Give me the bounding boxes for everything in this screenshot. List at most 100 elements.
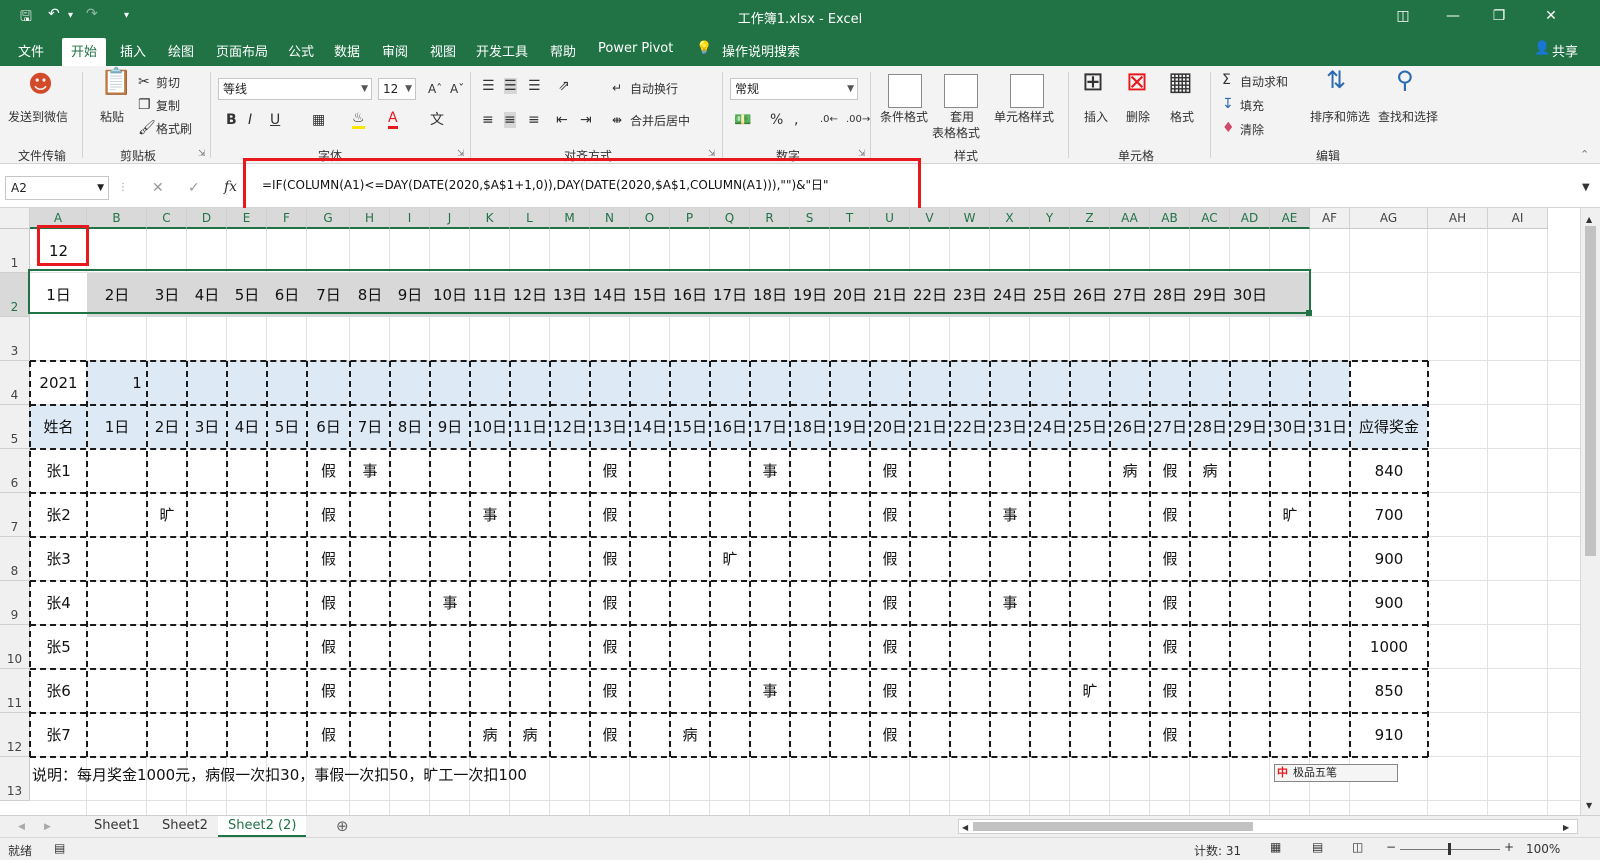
copy-button[interactable]: 复制 — [156, 97, 180, 114]
sort-filter-button[interactable]: 排序和筛选 — [1310, 108, 1370, 125]
cell-day-header[interactable]: 11日 — [510, 405, 550, 449]
cancel-icon[interactable]: ✕ — [152, 180, 164, 196]
cell-employee-name[interactable]: 张1 — [30, 449, 87, 493]
table-format-icon[interactable] — [944, 74, 978, 108]
h-scroll-thumb[interactable] — [973, 822, 1253, 831]
insert-cells-button[interactable]: 插入 — [1084, 108, 1108, 125]
sort-filter-icon[interactable]: ⇅ — [1326, 68, 1346, 92]
cell-employee-name[interactable]: 张2 — [30, 493, 87, 537]
share-button[interactable]: 共享 — [1552, 41, 1578, 60]
scroll-down-icon[interactable]: ▼ — [1586, 798, 1592, 814]
cell-attendance-mark[interactable]: 假 — [870, 669, 910, 713]
horizontal-scrollbar[interactable]: ◀ ▶ — [958, 819, 1578, 834]
cell-year[interactable]: 2021 — [30, 361, 87, 405]
function-icon[interactable]: fx — [224, 179, 237, 195]
bold-button[interactable]: B — [226, 112, 237, 128]
cell-attendance-mark[interactable]: 事 — [750, 449, 790, 493]
cell-day-header[interactable]: 5日 — [267, 405, 307, 449]
column-header-R[interactable]: R — [750, 208, 790, 229]
column-header-U[interactable]: U — [870, 208, 910, 229]
tab-draw[interactable]: 绘图 — [168, 41, 194, 60]
cell-day-header[interactable]: 30日 — [1270, 405, 1310, 449]
align-center-icon[interactable]: ≡ — [504, 112, 516, 128]
delete-cells-icon[interactable]: ⊠ — [1126, 69, 1148, 95]
align-top-icon[interactable]: ☰ — [482, 78, 495, 94]
macro-record-icon[interactable]: ▤ — [54, 841, 65, 855]
tab-page-layout[interactable]: 页面布局 — [216, 41, 268, 60]
cell-day-header[interactable]: 26日 — [1110, 405, 1150, 449]
scroll-left-icon[interactable]: ◀ — [962, 820, 968, 836]
cell-attendance-mark[interactable]: 假 — [1150, 669, 1190, 713]
align-right-icon[interactable]: ≡ — [528, 112, 540, 128]
cell-day-header[interactable]: 16日 — [710, 405, 750, 449]
cell-bonus-value[interactable]: 700 — [1350, 493, 1428, 537]
font-size-combo[interactable]: 12 ▼ — [378, 78, 416, 100]
tab-review[interactable]: 审阅 — [382, 41, 408, 60]
increase-indent-icon[interactable]: ⇥ — [580, 112, 592, 128]
row-header-7[interactable]: 7 — [0, 493, 30, 537]
restore-button[interactable]: ❐ — [1476, 4, 1522, 28]
align-middle-icon[interactable]: ☰ — [504, 78, 517, 94]
cell-attendance-mark[interactable]: 病 — [510, 713, 550, 757]
cell-day-header[interactable]: 23日 — [990, 405, 1030, 449]
percent-icon[interactable]: % — [770, 112, 783, 128]
page-layout-view-icon[interactable]: ▤ — [1312, 840, 1323, 854]
delete-cells-button[interactable]: 删除 — [1126, 108, 1150, 125]
prev-sheet-icon[interactable]: ◀ — [18, 819, 25, 835]
font-name-combo[interactable]: 等线 ▼ — [218, 78, 372, 100]
column-header-M[interactable]: M — [550, 208, 590, 229]
column-header-N[interactable]: N — [590, 208, 630, 229]
cell-attendance-mark[interactable]: 假 — [870, 625, 910, 669]
collapse-ribbon-icon[interactable]: ⌃ — [1580, 148, 1589, 161]
cell-attendance-mark[interactable]: 假 — [307, 493, 350, 537]
fill-button[interactable]: 填充 — [1240, 97, 1264, 114]
scroll-thumb[interactable] — [1585, 226, 1596, 556]
cell-attendance-mark[interactable]: 假 — [1150, 449, 1190, 493]
cell-attendance-mark[interactable]: 假 — [870, 449, 910, 493]
cell-employee-name[interactable]: 张4 — [30, 581, 87, 625]
cell-attendance-mark[interactable]: 假 — [590, 581, 630, 625]
cell-day-header[interactable]: 19日 — [830, 405, 870, 449]
underline-button[interactable]: U — [270, 112, 280, 128]
cell-employee-name[interactable]: 张5 — [30, 625, 87, 669]
cell-attendance-mark[interactable]: 病 — [1190, 449, 1230, 493]
column-header-C[interactable]: C — [147, 208, 187, 229]
column-header-H[interactable]: H — [350, 208, 390, 229]
cell-day-header[interactable]: 8日 — [390, 405, 430, 449]
row-header-8[interactable]: 8 — [0, 537, 30, 581]
cell-bonus-value[interactable]: 900 — [1350, 581, 1428, 625]
align-left-icon[interactable]: ≡ — [482, 112, 494, 128]
send-to-wechat-button[interactable]: 发送到微信 — [8, 108, 68, 125]
column-header-I[interactable]: I — [390, 208, 430, 229]
column-header-O[interactable]: O — [630, 208, 670, 229]
cell-attendance-mark[interactable]: 事 — [990, 493, 1030, 537]
column-header-AG[interactable]: AG — [1350, 208, 1428, 229]
column-header-D[interactable]: D — [187, 208, 227, 229]
cell-employee-name[interactable]: 张7 — [30, 713, 87, 757]
cell-attendance-mark[interactable]: 假 — [590, 669, 630, 713]
copy-icon[interactable]: ❐ — [138, 97, 151, 113]
cell-day-header[interactable]: 14日 — [630, 405, 670, 449]
fill-down-icon[interactable]: ↧ — [1222, 96, 1234, 112]
table-format-button[interactable]: 套用 — [950, 108, 974, 125]
cell-day-header[interactable]: 27日 — [1150, 405, 1190, 449]
normal-view-icon[interactable]: ▦ — [1270, 840, 1281, 854]
clear-button[interactable]: 清除 — [1240, 121, 1264, 138]
cell-attendance-mark[interactable]: 假 — [1150, 625, 1190, 669]
cell-attendance-mark[interactable]: 旷 — [147, 493, 187, 537]
cut-button[interactable]: 剪切 — [156, 74, 180, 91]
cell-day-header[interactable]: 22日 — [950, 405, 990, 449]
wrap-text-icon[interactable]: ↵ — [612, 80, 622, 96]
cell-day-header[interactable]: 12日 — [550, 405, 590, 449]
ime-toolbar[interactable]: 中极品五笔 — [1274, 764, 1398, 782]
column-header-E[interactable]: E — [227, 208, 267, 229]
zoom-out-icon[interactable]: − — [1386, 840, 1396, 854]
cell-employee-name[interactable]: 张3 — [30, 537, 87, 581]
column-header-AF[interactable]: AF — [1310, 208, 1350, 229]
row-header-5[interactable]: 5 — [0, 405, 30, 449]
cell-day-header[interactable]: 20日 — [870, 405, 910, 449]
insert-cells-icon[interactable]: ⊞ — [1082, 69, 1104, 95]
format-cells-icon[interactable]: ▦ — [1168, 69, 1193, 95]
wrap-text-button[interactable]: 自动换行 — [630, 80, 678, 97]
column-header-V[interactable]: V — [910, 208, 950, 229]
